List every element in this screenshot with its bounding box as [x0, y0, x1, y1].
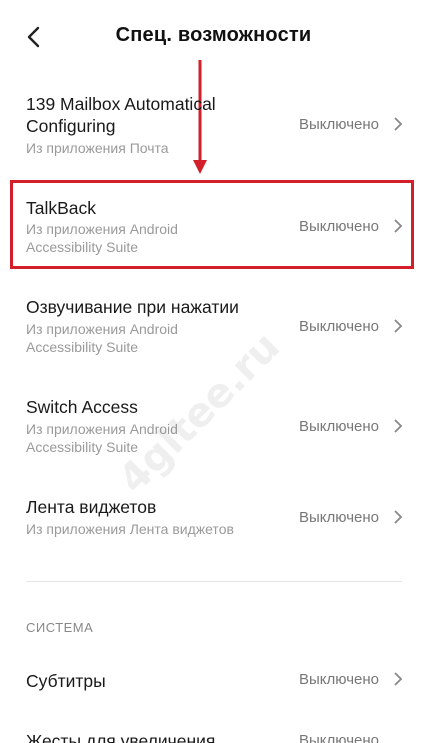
top-bar: Спец. возможности [0, 0, 427, 76]
item-title: Лента виджетов [26, 497, 157, 517]
page-title: Спец. возможности [115, 24, 312, 46]
list-item-139-mailbox[interactable]: 139 Mailbox Automatical Configuring Из п… [0, 90, 427, 160]
item-title: Озвучивание при нажатии [26, 297, 239, 317]
item-subtitle: Из приложения Почта [26, 140, 169, 156]
item-status: Выключено [299, 509, 379, 526]
list-item-subtitles[interactable]: Субтитры Выключено [0, 668, 427, 698]
list-item-voice-on-tap[interactable]: Озвучивание при нажатии Из приложения An… [0, 296, 427, 366]
chevron-right-icon [394, 117, 403, 131]
item-subtitle: Из приложения Android Accessibility Suit… [26, 421, 178, 455]
item-title: Жесты для увеличения [26, 731, 216, 743]
item-status: Выключено [299, 671, 379, 688]
item-status: Выключено [299, 418, 379, 435]
list-item-widget-feed[interactable]: Лента виджетов Из приложения Лента видже… [0, 496, 427, 546]
chevron-right-icon [394, 672, 403, 686]
item-title: Switch Access [26, 397, 138, 417]
item-status: Выключено [299, 116, 379, 133]
highlight-frame [10, 180, 414, 269]
list-item-magnification-gestures[interactable]: Жесты для увеличения Выключено [0, 730, 427, 743]
chevron-right-icon [394, 510, 403, 524]
item-subtitle: Из приложения Android Accessibility Suit… [26, 321, 178, 355]
item-subtitle: Из приложения Лента виджетов [26, 521, 234, 537]
chevron-right-icon [394, 419, 403, 433]
list-item-switch-access[interactable]: Switch Access Из приложения Android Acce… [0, 396, 427, 466]
item-status: Выключено [299, 318, 379, 335]
item-status: Выключено [299, 732, 379, 743]
chevron-right-icon [394, 319, 403, 333]
item-title: Субтитры [26, 671, 106, 691]
section-header-system: СИСТЕМА [26, 620, 94, 635]
item-title: 139 Mailbox Automatical Configuring [26, 94, 216, 136]
section-divider [26, 581, 402, 582]
